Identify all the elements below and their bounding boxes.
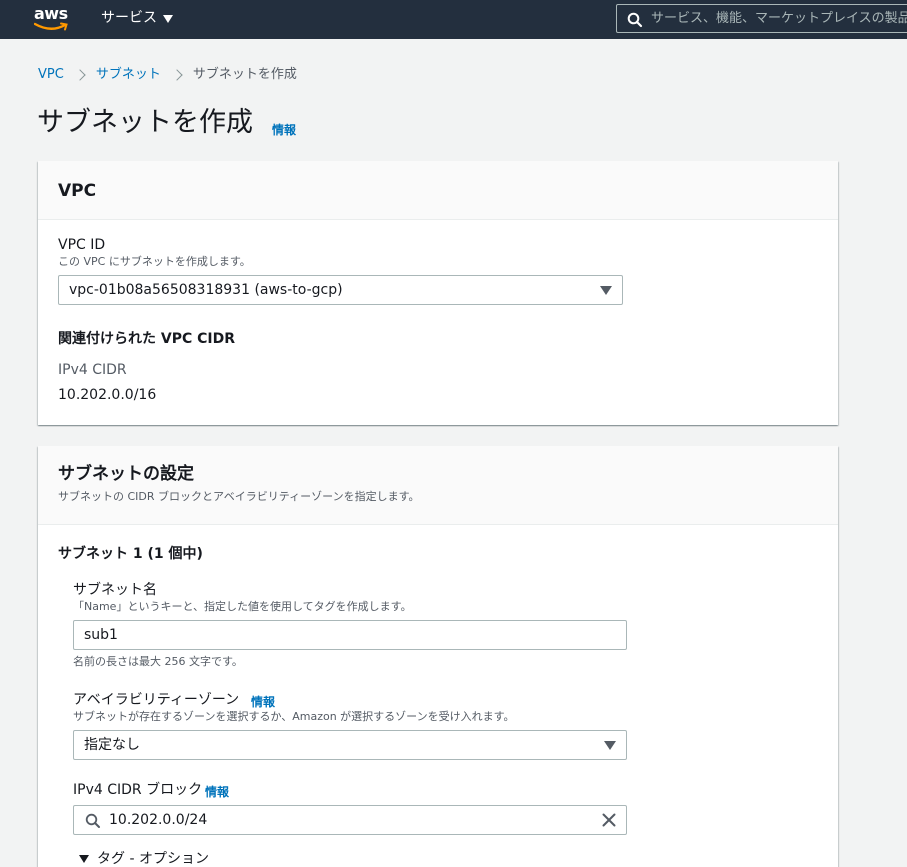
availability-zone-selected-value: 指定なし [84, 737, 140, 753]
subnet-1-heading: サブネット 1 (1 個中) [58, 546, 203, 562]
aws-logo[interactable]: aws [34, 5, 70, 31]
clear-icon[interactable] [602, 813, 616, 827]
global-search-input[interactable] [651, 5, 907, 32]
vpc-id-label: VPC ID [58, 237, 106, 253]
ipv4-cidr-block-label: IPv4 CIDR ブロック [73, 782, 203, 798]
chevron-right-icon [171, 69, 183, 81]
vpc-cidr-heading: 関連付けられた VPC CIDR [58, 331, 236, 347]
chevron-right-icon [74, 69, 86, 81]
aws-logo-text: aws [34, 4, 68, 23]
vpc-panel-heading: VPC [58, 181, 97, 201]
subnet-name-value: sub1 [84, 627, 118, 643]
breadcrumb-current: サブネットを作成 [192, 67, 297, 82]
vpc-id-description: この VPC にサブネットを作成します。 [58, 255, 251, 268]
ipv4-cidr-block-value: 10.202.0.0/24 [109, 812, 208, 828]
global-search[interactable] [616, 4, 907, 33]
availability-zone-info-link[interactable]: 情報 [251, 693, 275, 710]
subnet-settings-heading: サブネットの設定 [58, 464, 194, 484]
subnet-name-input[interactable]: sub1 [73, 620, 627, 650]
breadcrumb: VPC サブネット サブネットを作成 [38, 66, 297, 84]
search-icon [85, 813, 100, 828]
vpc-panel: VPC VPC ID この VPC にサブネットを作成します。 vpc-01b0… [38, 161, 838, 425]
page-title: サブネットを作成 [37, 107, 253, 138]
availability-zone-description: サブネットが存在するゾーンを選択するか、Amazon が選択するゾーンを受け入れ… [73, 710, 515, 723]
subnet-settings-header: サブネットの設定 サブネットの CIDR ブロックとアベイラビリティーゾーンを指… [38, 446, 838, 525]
ipv4-cidr-block-input[interactable]: 10.202.0.0/24 [73, 805, 627, 835]
tags-optional-label: タグ - オプション [97, 851, 209, 867]
caret-down-icon [79, 855, 89, 863]
vpc-id-selected-value: vpc-01b08a56508318931 (aws-to-gcp) [69, 282, 343, 298]
ipv4-cidr-value: 10.202.0.0/16 [58, 387, 157, 403]
availability-zone-select[interactable]: 指定なし [73, 730, 627, 760]
breadcrumb-subnets-link[interactable]: サブネット [96, 66, 161, 84]
caret-down-icon [163, 14, 173, 23]
tags-optional-toggle[interactable]: タグ - オプション [79, 850, 209, 867]
ipv4-cidr-label: IPv4 CIDR [58, 362, 127, 378]
vpc-panel-header: VPC [38, 161, 838, 220]
ipv4-cidr-block-info-link[interactable]: 情報 [205, 783, 229, 800]
subnet-name-hint: 名前の長さは最大 256 文字です。 [73, 655, 243, 668]
page-info-link[interactable]: 情報 [272, 121, 296, 138]
top-navigation-bar: aws サービス [0, 0, 907, 39]
dropdown-arrow-icon [604, 741, 616, 750]
availability-zone-label: アベイラビリティーゾーン [73, 692, 240, 708]
services-menu-button[interactable]: サービス [101, 9, 173, 27]
subnet-settings-panel: サブネットの設定 サブネットの CIDR ブロックとアベイラビリティーゾーンを指… [38, 446, 838, 867]
aws-smile-icon [34, 22, 68, 31]
subnet-settings-description: サブネットの CIDR ブロックとアベイラビリティーゾーンを指定します。 [58, 490, 420, 503]
services-label: サービス [101, 10, 157, 26]
subnet-name-description: 「Name」というキーと、指定した値を使用してタグを作成します。 [73, 600, 412, 613]
subnet-name-label: サブネット名 [73, 582, 157, 598]
search-icon [627, 12, 643, 28]
vpc-id-select[interactable]: vpc-01b08a56508318931 (aws-to-gcp) [58, 275, 623, 305]
breadcrumb-vpc-link[interactable]: VPC [38, 66, 64, 84]
dropdown-arrow-icon [600, 286, 612, 295]
